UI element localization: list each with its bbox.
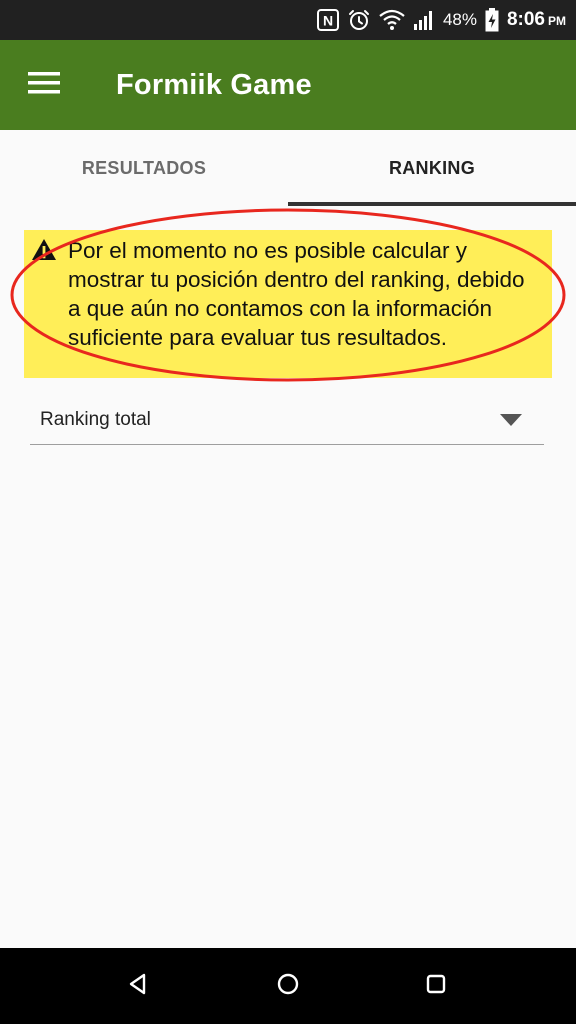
menu-button[interactable] xyxy=(22,67,66,103)
tab-bar: RESULTADOS RANKING xyxy=(0,130,576,206)
warning-banner: Por el momento no es posible calcular y … xyxy=(24,230,552,378)
clock: 8:06 PM xyxy=(507,9,566,31)
app-title: Formiik Game xyxy=(116,68,312,101)
ranking-dropdown[interactable]: Ranking total xyxy=(30,395,544,445)
battery-percent: 48% xyxy=(442,10,477,29)
battery-charging-icon xyxy=(485,8,499,32)
ranking-dropdown-value: Ranking total xyxy=(40,408,151,430)
hamburger-menu-icon xyxy=(28,71,60,100)
home-icon xyxy=(276,972,300,1001)
home-button[interactable] xyxy=(268,966,308,1006)
alarm-icon xyxy=(347,8,371,32)
warning-triangle-icon xyxy=(28,236,60,378)
navigation-bar xyxy=(0,948,576,1024)
nfc-icon: N xyxy=(316,9,339,31)
svg-text:N: N xyxy=(323,13,333,29)
recents-icon xyxy=(424,972,448,1001)
wifi-icon xyxy=(379,9,405,31)
clock-ampm: PM xyxy=(548,14,566,28)
tab-ranking[interactable]: RANKING xyxy=(288,130,576,206)
dropdown-arrow-icon xyxy=(500,413,522,426)
back-button[interactable] xyxy=(118,966,158,1006)
clock-time: 8:06 xyxy=(506,9,545,30)
status-icons: N 48% 8:06 PM xyxy=(316,0,566,40)
status-bar: N 48% 8:06 PM xyxy=(0,0,576,40)
tab-resultados[interactable]: RESULTADOS xyxy=(0,130,288,206)
warning-message: Por el momento no es posible calcular y … xyxy=(68,238,525,350)
recents-button[interactable] xyxy=(416,966,456,1006)
back-icon xyxy=(126,972,150,1001)
signal-icon xyxy=(413,9,435,31)
app-bar: Formiik Game xyxy=(0,40,576,130)
